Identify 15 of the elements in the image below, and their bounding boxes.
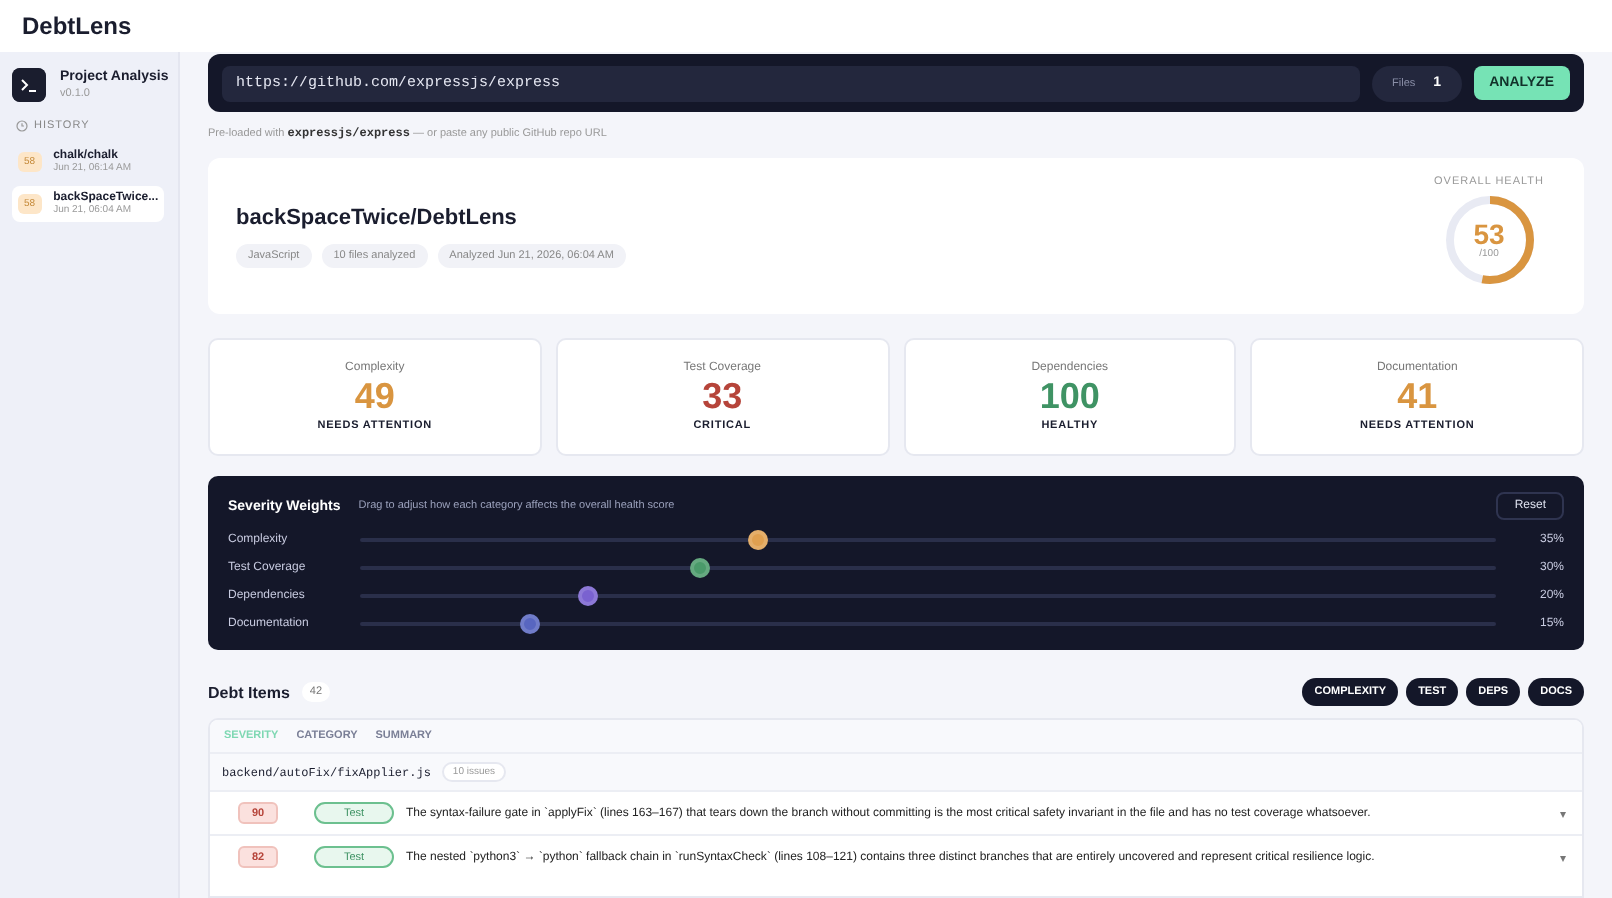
- debt-title: Debt Items: [208, 683, 290, 701]
- app-title: DebtLens: [22, 12, 132, 40]
- score-value: 41: [1397, 378, 1438, 416]
- score-value: 49: [354, 378, 395, 416]
- slider-thumb[interactable]: [690, 558, 711, 578]
- slider-thumb[interactable]: [577, 586, 598, 606]
- clock-icon: [16, 120, 28, 132]
- terminal-icon: [12, 68, 46, 102]
- score-value: 100: [1039, 378, 1100, 416]
- slider-thumb[interactable]: [520, 614, 541, 634]
- health-ring: [1443, 193, 1535, 285]
- repo-title: backSpaceTwice/DebtLens: [236, 205, 519, 229]
- score-value: 33: [702, 378, 743, 416]
- slider-thumb[interactable]: [747, 530, 768, 550]
- health-score: 53: [1473, 219, 1505, 247]
